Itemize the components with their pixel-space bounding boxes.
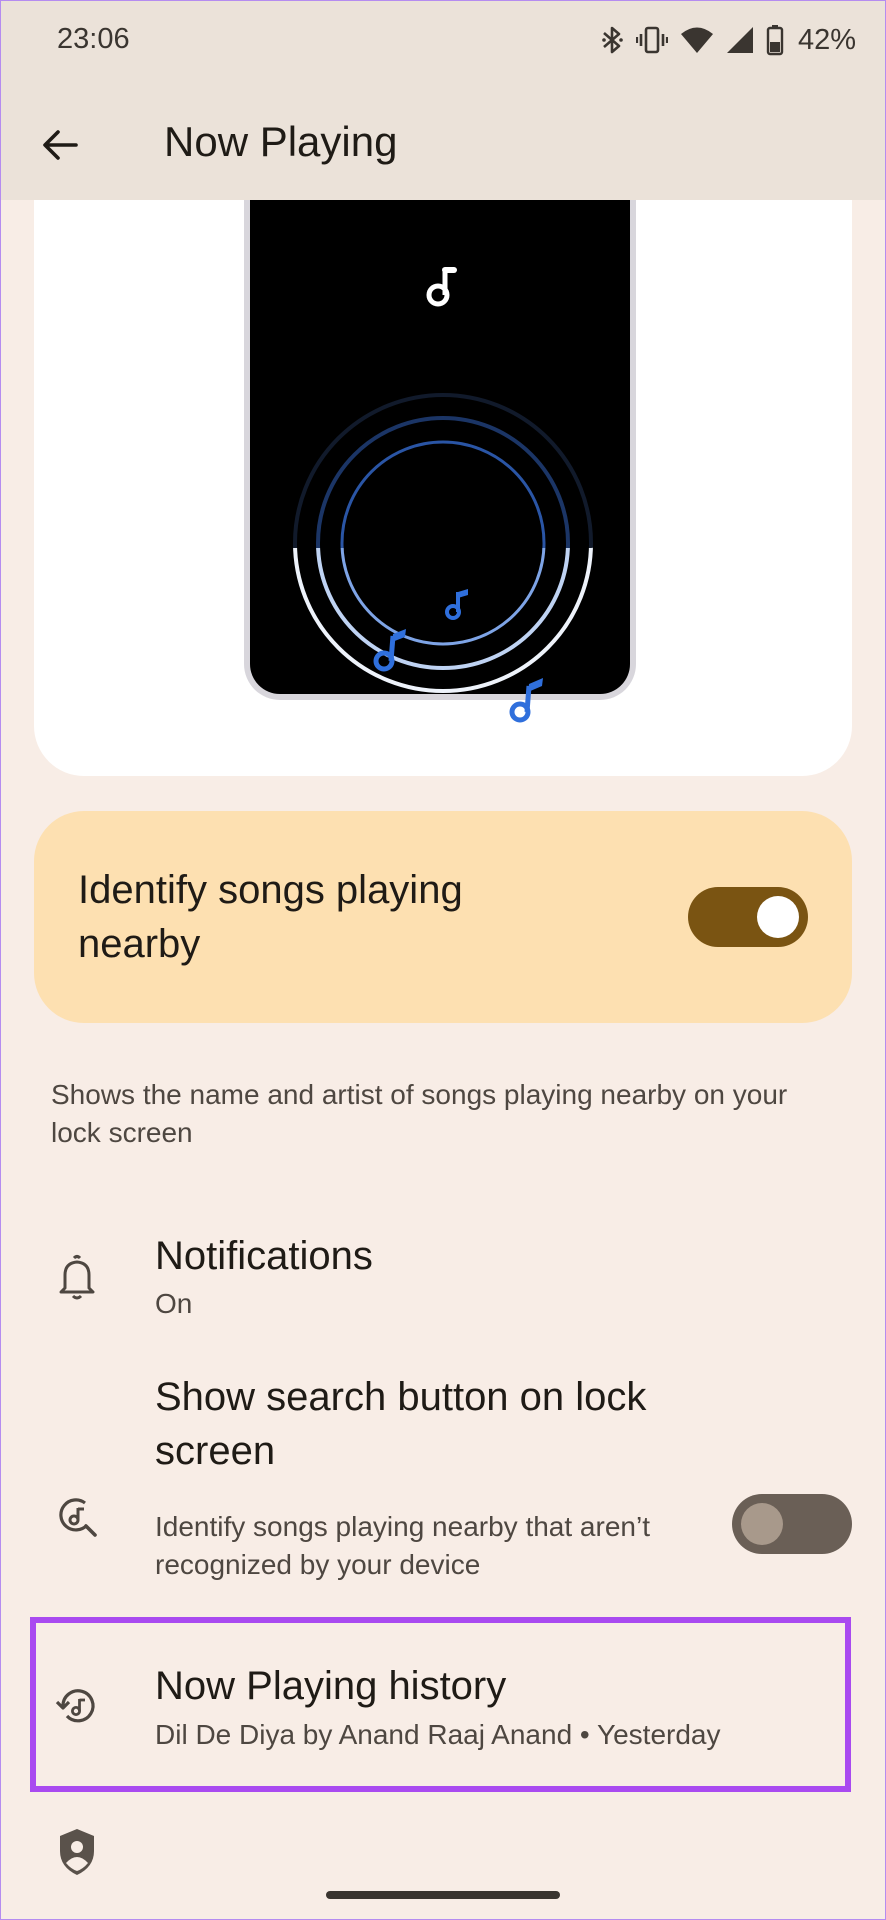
identify-songs-label: Identify songs playing nearby — [78, 868, 463, 966]
vibrate-icon — [635, 24, 668, 56]
switch-knob — [757, 896, 799, 938]
lock-screen-search-title: Show search button on lock screen — [155, 1375, 647, 1473]
status-time: 23:06 — [57, 23, 130, 55]
identify-songs-switch[interactable] — [688, 887, 808, 947]
music-note-icon — [445, 589, 468, 620]
gesture-navigation-bar[interactable] — [326, 1891, 560, 1899]
identify-songs-toggle-card[interactable]: Identify songs playing nearby — [34, 811, 852, 1023]
highlight-annotation — [30, 1617, 851, 1792]
back-button[interactable] — [30, 115, 90, 175]
sound-waves-illustration — [250, 140, 618, 723]
music-search-icon — [52, 1492, 102, 1542]
feature-description: Shows the name and artist of songs playi… — [51, 1079, 788, 1148]
battery-percentage: 42% — [797, 23, 856, 56]
lock-screen-search-setting[interactable]: Show search button on lock screen Identi… — [0, 1370, 886, 1590]
page-title: Now Playing — [164, 118, 398, 165]
lock-screen-search-switch[interactable] — [732, 1494, 852, 1554]
bluetooth-icon — [600, 24, 624, 56]
signal-icon — [726, 25, 754, 55]
arrow-back-icon — [43, 130, 78, 160]
notifications-status: On — [155, 1288, 193, 1319]
now-playing-illustration — [34, 140, 852, 776]
notifications-setting[interactable]: Notifications On — [0, 1210, 886, 1340]
privacy-info-row — [0, 1800, 886, 1880]
lock-screen-search-description: Identify songs playing nearby that aren’… — [155, 1511, 650, 1580]
music-note-icon — [509, 678, 543, 723]
bell-icon — [52, 1252, 102, 1302]
notifications-title: Notifications — [155, 1234, 373, 1278]
shield-person-icon — [52, 1827, 102, 1877]
app-bar: Now Playing — [0, 90, 886, 200]
battery-icon — [766, 24, 784, 56]
status-icons: 42% — [600, 22, 856, 58]
switch-knob — [741, 1503, 783, 1545]
wifi-icon — [680, 25, 714, 55]
status-bar: 23:06 42% — [0, 0, 886, 90]
